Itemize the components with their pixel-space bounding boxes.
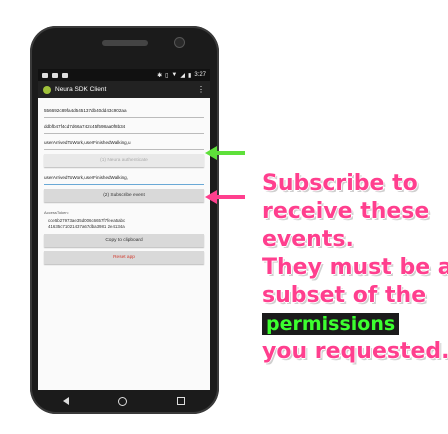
recents-icon[interactable] — [177, 397, 186, 405]
callout-line-6: you requested. — [262, 339, 448, 364]
status-bar: ✱ ▯ ▼ ◢ ▮ 3:27 — [38, 69, 210, 81]
callout-line-5: subset of the — [262, 283, 427, 308]
permissions-field[interactable]: userArrivedToWork,userFinishedWalking,u — [44, 136, 204, 150]
back-icon[interactable] — [62, 397, 69, 405]
app-uid-field[interactable]: 556692c89fa4d545137db40dd43c902aa — [44, 104, 204, 118]
neura-authenticate-button[interactable]: (1) Neura authenticate — [44, 154, 204, 167]
phone-screen: ✱ ▯ ▼ ◢ ▮ 3:27 Neura SDK Client ⋮ 556692… — [38, 69, 210, 390]
front-camera — [174, 37, 185, 48]
app-secret-field[interactable]: ddbfb47f4cd7d66a742c45f598aa0f8b34 — [44, 120, 204, 134]
subscribe-event-button[interactable]: (2) Subscribe event — [44, 189, 204, 202]
callout-line-4: They must be a — [262, 255, 448, 280]
overflow-menu-icon[interactable]: ⋮ — [197, 85, 205, 94]
reset-app-button[interactable]: Reset app — [44, 251, 204, 264]
notification-icon — [42, 72, 48, 78]
annotation-callout: Subscribe to receive these events. They … — [262, 170, 448, 366]
app-title: Neura SDK Client — [55, 86, 107, 93]
green-arrow-icon — [205, 146, 245, 160]
bluetooth-icon: ✱ — [157, 72, 163, 79]
wifi-icon: ▼ — [171, 72, 178, 78]
main-content: 556692c89fa4d545137db40dd43c902aa ddbfb4… — [38, 98, 210, 264]
callout-line-3: events. — [262, 227, 354, 252]
callout-line-1: Subscribe to — [262, 171, 418, 196]
access-token-line-2: 41635c71021437a67dba3981 2e4134a — [48, 224, 125, 229]
callout-line-2: receive these — [262, 199, 430, 224]
battery-icon: ▮ — [188, 72, 192, 79]
phone-frame: ✱ ▯ ▼ ◢ ▮ 3:27 Neura SDK Client ⋮ 556692… — [30, 26, 219, 414]
navigation-bar — [38, 390, 210, 412]
home-icon[interactable] — [118, 396, 128, 406]
copy-to-clipboard-button[interactable]: Copy to clipboard — [44, 234, 204, 247]
access-token-value: cce5b27973ae35d006c6657f7feea5abc 41635c… — [44, 218, 204, 230]
app-bar: Neura SDK Client ⋮ — [38, 81, 210, 98]
speaker-grille — [102, 40, 148, 46]
image-icon — [52, 72, 58, 78]
vibrate-icon: ▯ — [165, 72, 169, 79]
access-token-label: AccessToken: — [44, 210, 69, 215]
signal-icon: ◢ — [180, 72, 185, 79]
status-time: 3:27 — [194, 72, 206, 78]
callout-highlight: permissions — [262, 313, 400, 335]
android-app-icon — [43, 85, 51, 94]
notification-icon — [62, 72, 68, 78]
subscribe-events-field[interactable]: userArrivedToWork,userFinishedWalking, — [44, 171, 204, 185]
pink-arrow-icon — [205, 190, 245, 204]
